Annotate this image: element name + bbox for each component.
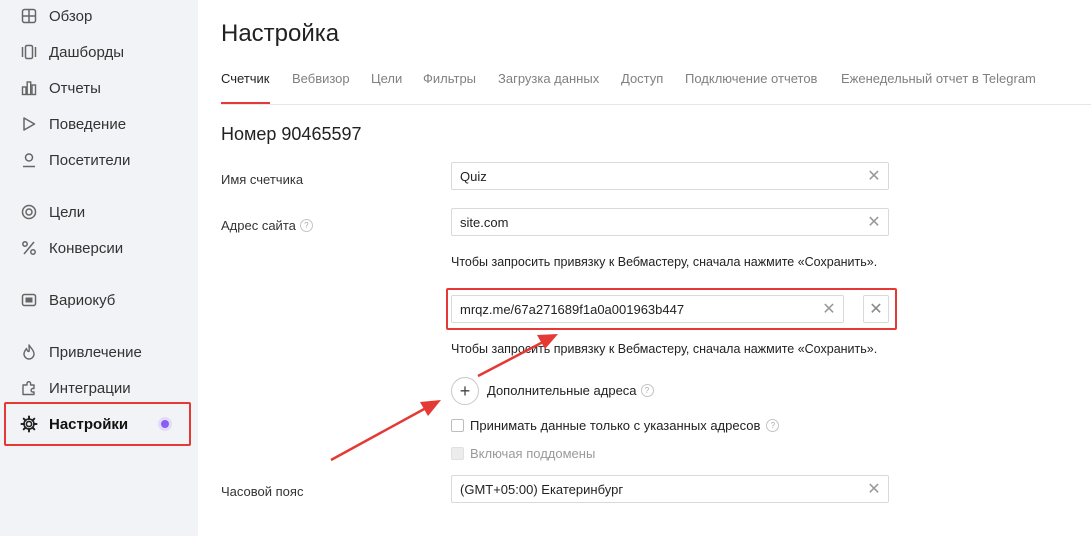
grid-icon	[19, 6, 39, 26]
sidebar-item-label: Вариокуб	[49, 291, 116, 309]
counter-name-label-text: Имя счетчика	[221, 172, 304, 187]
tab-access[interactable]: Доступ	[621, 68, 663, 104]
sidebar-item-label: Обзор	[49, 7, 93, 25]
clear-icon[interactable]: ✕	[860, 163, 888, 189]
sidebar-item-dashboards[interactable]: Дашборды	[0, 34, 198, 70]
tab-counter[interactable]: Счетчик	[221, 68, 270, 104]
site-address-input[interactable]: site.com ✕	[451, 208, 889, 236]
sidebar-item-label: Дашборды	[49, 43, 124, 61]
timezone-input[interactable]: (GMT+05:00) Екатеринбург ✕	[451, 475, 889, 503]
user-icon	[19, 150, 39, 170]
tab-goals[interactable]: Цели	[371, 68, 402, 104]
sidebar-item-label: Настройки	[49, 415, 129, 433]
sidebar-item-settings[interactable]: Настройки	[0, 406, 198, 442]
sidebar-item-label: Поведение	[49, 115, 127, 133]
flame-icon	[19, 342, 39, 362]
only-listed-addresses-row: Принимать данные только с указанных адре…	[451, 418, 780, 433]
tabs-divider	[221, 104, 1091, 105]
sidebar-item-label: Посетители	[49, 151, 131, 169]
sidebar-item-label: Отчеты	[49, 79, 101, 97]
sidebar-item-reports[interactable]: Отчеты	[0, 70, 198, 106]
only-listed-addresses-checkbox[interactable]	[451, 419, 464, 432]
additional-addresses-label-text: Дополнительные адреса	[487, 383, 637, 398]
include-subdomains-row: Включая поддомены	[451, 446, 595, 461]
sidebar: Обзор Дашборды Отчеты Поведение Посетите…	[0, 0, 198, 536]
site-address-value: site.com	[460, 214, 509, 230]
additional-address-value: mrqz.me/67a271689f1a0a001963b447	[460, 301, 685, 317]
dashboards-icon	[19, 42, 39, 62]
counter-number: Номер 90465597	[221, 124, 362, 144]
plus-icon: +	[459, 380, 471, 401]
counter-name-value: Quiz	[460, 168, 487, 184]
sidebar-item-label: Интеграции	[49, 379, 131, 397]
sidebar-item-acquisition[interactable]: Привлечение	[0, 334, 198, 370]
main-content: Настройка Счетчик Вебвизор Цели Фильтры …	[198, 0, 1091, 536]
sidebar-item-goals[interactable]: Цели	[0, 194, 198, 230]
tab-webvisor[interactable]: Вебвизор	[292, 68, 350, 104]
tab-telegram-report[interactable]: Еженедельный отчет в Telegram	[841, 68, 1036, 104]
site-address-label-text: Адрес сайта	[221, 218, 296, 233]
close-icon: ✕	[869, 301, 883, 318]
include-subdomains-checkbox	[451, 447, 464, 460]
remove-address-button[interactable]: ✕	[863, 295, 889, 323]
additional-addresses-label: Дополнительные адреса?	[487, 383, 654, 398]
sidebar-item-overview[interactable]: Обзор	[0, 0, 198, 34]
sidebar-item-label: Цели	[49, 203, 86, 221]
puzzle-icon	[19, 378, 39, 398]
clear-icon[interactable]: ✕	[860, 476, 888, 502]
bar-chart-icon	[19, 78, 39, 98]
site-address-label: Адрес сайта?	[221, 218, 313, 233]
additional-address-input[interactable]: mrqz.me/67a271689f1a0a001963b447 ✕	[451, 295, 844, 323]
sidebar-item-integrations[interactable]: Интеграции	[0, 370, 198, 406]
notification-dot	[158, 417, 172, 431]
include-subdomains-label: Включая поддомены	[470, 446, 596, 461]
page-title: Настройка	[221, 20, 340, 47]
only-listed-addresses-label: Принимать данные только с указанных адре…	[470, 418, 761, 433]
arrow-to-add-button	[330, 406, 427, 462]
counter-name-input[interactable]: Quiz ✕	[451, 162, 889, 190]
timezone-value: (GMT+05:00) Екатеринбург	[460, 481, 624, 497]
sidebar-item-variocube[interactable]: Вариокуб	[0, 282, 198, 318]
clear-icon[interactable]: ✕	[860, 209, 888, 235]
tab-data-upload[interactable]: Загрузка данных	[498, 68, 599, 104]
percent-icon	[19, 238, 39, 258]
help-icon[interactable]: ?	[299, 219, 313, 232]
help-icon[interactable]: ?	[766, 419, 780, 432]
help-icon[interactable]: ?	[640, 384, 654, 397]
sidebar-item-visitors[interactable]: Посетители	[0, 142, 198, 178]
webmaster-hint: Чтобы запросить привязку к Вебмастеру, с…	[451, 255, 878, 269]
target-icon	[19, 202, 39, 222]
variocube-icon	[19, 290, 39, 310]
sidebar-item-conversions[interactable]: Конверсии	[0, 230, 198, 266]
timezone-label: Часовой пояс	[221, 484, 303, 499]
tab-report-connection[interactable]: Подключение отчетов	[685, 68, 817, 104]
clear-icon[interactable]: ✕	[815, 296, 843, 322]
sidebar-item-behavior[interactable]: Поведение	[0, 106, 198, 142]
timezone-label-text: Часовой пояс	[221, 484, 304, 499]
arrow-head-1	[420, 400, 441, 416]
gear-icon	[19, 414, 39, 434]
webmaster-hint-2: Чтобы запросить привязку к Вебмастеру, с…	[451, 342, 878, 356]
tab-filters[interactable]: Фильтры	[423, 68, 476, 104]
sidebar-item-label: Конверсии	[49, 239, 124, 257]
sidebar-item-label: Привлечение	[49, 343, 142, 361]
add-address-button[interactable]: +	[451, 377, 479, 405]
play-icon	[19, 114, 39, 134]
counter-name-label: Имя счетчика	[221, 172, 303, 187]
